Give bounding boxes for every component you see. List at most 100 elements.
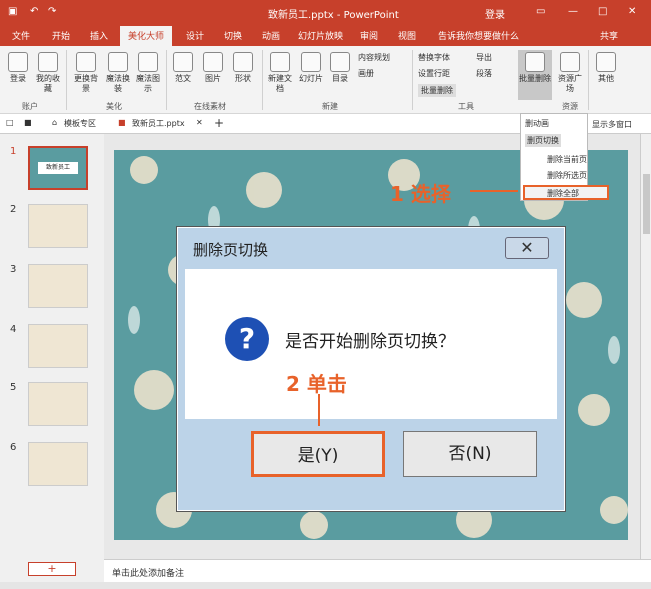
tab-animations[interactable]: 动画	[262, 29, 280, 42]
callout-line	[318, 394, 320, 426]
group-label-account: 账户	[22, 102, 38, 111]
yes-button[interactable]: 是(Y)	[251, 431, 385, 477]
ppt-file-icon: ■	[118, 118, 126, 127]
vertical-scrollbar[interactable]	[640, 134, 651, 559]
menu-item-delete-animation[interactable]: 删动画	[525, 118, 549, 129]
change-background-button[interactable]: 更换背景	[72, 52, 100, 94]
question-icon: ?	[225, 317, 269, 361]
shape-button[interactable]: 形状	[230, 52, 256, 84]
new-document-button[interactable]: 新建文档	[266, 52, 294, 94]
document-tab[interactable]: 致新员工.pptx	[132, 118, 185, 129]
tab-slideshow[interactable]: 幻灯片放映	[298, 29, 343, 42]
add-slide-button[interactable]: +	[28, 562, 76, 576]
dialog-message: 是否开始删除页切换？	[285, 332, 455, 352]
new-tab-button[interactable]: +	[214, 116, 224, 130]
slide-number: 5	[10, 382, 17, 393]
slide-number: 2	[10, 204, 17, 215]
tab-home[interactable]: 开始	[52, 29, 70, 42]
slide-thumb[interactable]	[28, 264, 88, 308]
close-icon[interactable]: ✕	[628, 6, 636, 17]
tab-design[interactable]: 设计	[186, 29, 204, 42]
undo-icon[interactable]: ↶	[30, 6, 38, 17]
album-button[interactable]: 画册	[358, 68, 374, 79]
notes-placeholder: 单击此处添加备注	[112, 569, 185, 579]
refresh-icon	[76, 52, 96, 72]
list-icon	[330, 52, 350, 72]
divider	[588, 50, 589, 110]
tab-view[interactable]: 视图	[398, 29, 416, 42]
menu-item-delete-selected[interactable]: 删除所选页	[547, 170, 587, 181]
replace-font-button[interactable]: 替换字体	[418, 52, 450, 63]
menu-item-delete-current[interactable]: 删除当前页	[547, 154, 587, 165]
minimize-icon[interactable]: —	[568, 6, 578, 17]
menu-item-delete-transition[interactable]: 删页切换	[525, 134, 561, 147]
other-button[interactable]: 其他	[594, 52, 618, 84]
content-plan-button[interactable]: 内容规划	[358, 52, 390, 63]
group-label-beautify: 美化	[106, 102, 122, 111]
slide-thumbnails: 1 致新员工 2 3 4 5 6 +	[0, 134, 104, 582]
multi-window-toggle[interactable]: 显示多窗口	[592, 119, 632, 130]
toc-button[interactable]: 目录	[328, 52, 352, 84]
redo-icon[interactable]: ↷	[48, 6, 56, 17]
dialog-body: ? 是否开始删除页切换？	[185, 269, 557, 419]
resource-square-button[interactable]: 资源广场	[556, 52, 584, 94]
login-button[interactable]: 登录	[4, 52, 32, 84]
tab-file[interactable]: 文件	[12, 29, 30, 42]
callout-step2: 2 单击	[286, 372, 347, 396]
tab-close-icon[interactable]: ✕	[196, 118, 203, 127]
divider	[166, 50, 167, 110]
folder-icon[interactable]: ■	[24, 118, 32, 127]
my-favorites-button[interactable]: 我的收藏	[34, 52, 62, 94]
template-button[interactable]: 范文	[170, 52, 196, 84]
magic-outfit-button[interactable]: 魔法换装	[104, 52, 132, 94]
divider	[412, 50, 413, 110]
tell-me-search[interactable]: 告诉我你想要做什么	[438, 29, 519, 42]
batch-delete-small-button[interactable]: 批量删除	[418, 84, 456, 97]
slide-number: 4	[10, 324, 17, 335]
tab-transitions[interactable]: 切换	[224, 29, 242, 42]
magic-diagram-button[interactable]: 魔法图示	[134, 52, 162, 94]
tab-beautify[interactable]: 美化大师	[120, 26, 173, 46]
home-icon[interactable]: ⌂	[52, 118, 57, 127]
line-spacing-button[interactable]: 设置行距	[418, 68, 450, 79]
batch-delete-button[interactable]: 批量删除	[518, 50, 552, 100]
maximize-icon[interactable]: □	[598, 6, 607, 17]
title-bar: ▣ ↶ ↷ 致新员工.pptx - PowerPoint 登录 ▭ — □ ✕	[0, 0, 651, 24]
slide-thumb[interactable]: 致新员工	[28, 146, 88, 190]
login-link[interactable]: 登录	[485, 6, 505, 21]
batch-delete-dropdown: 删动画 删页切换 删除当前页 删除所选页 删除全部	[520, 113, 609, 201]
document-icon	[173, 52, 193, 72]
new-slide-button[interactable]: 幻灯片	[296, 52, 326, 84]
ribbon: 登录 我的收藏 账户 更换背景 魔法换装 魔法图示 美化 范文 图片 形状 在线…	[0, 46, 651, 114]
slide-thumb[interactable]	[28, 324, 88, 368]
diagram-icon	[138, 52, 158, 72]
menu-item-delete-all[interactable]: 删除全部	[523, 185, 609, 200]
slide-thumb[interactable]	[28, 204, 88, 248]
new-file-icon[interactable]: □	[6, 118, 14, 127]
share-button[interactable]: 共享	[600, 29, 618, 42]
scrollbar-thumb[interactable]	[643, 174, 650, 234]
slide-icon	[301, 52, 321, 72]
paragraph-button[interactable]: 段落	[476, 68, 492, 79]
group-label-resource: 资源	[562, 102, 578, 111]
tab-insert[interactable]: 插入	[90, 29, 108, 42]
tab-review[interactable]: 审阅	[360, 29, 378, 42]
window-title: 致新员工.pptx - PowerPoint	[268, 10, 399, 21]
ribbon-options-icon[interactable]: ▭	[536, 6, 545, 17]
shape-icon	[233, 52, 253, 72]
dialog-title: 删除页切换	[193, 241, 269, 259]
slide-thumb[interactable]	[28, 382, 88, 426]
export-button[interactable]: 导出	[476, 52, 492, 63]
batch-delete-icon	[525, 52, 545, 72]
user-icon	[8, 52, 28, 72]
group-label-tools: 工具	[458, 102, 474, 111]
image-button[interactable]: 图片	[200, 52, 226, 84]
template-zone-tab[interactable]: 模板专区	[64, 118, 96, 129]
no-button[interactable]: 否(N)	[403, 431, 537, 477]
slide-thumb[interactable]	[28, 442, 88, 486]
save-icon[interactable]: ▣	[8, 6, 17, 17]
dialog-close-button[interactable]: ✕	[505, 237, 549, 259]
callout-step1: 1 选择	[390, 182, 451, 206]
notes-pane[interactable]: 单击此处添加备注	[104, 559, 651, 582]
status-bar	[0, 582, 651, 589]
